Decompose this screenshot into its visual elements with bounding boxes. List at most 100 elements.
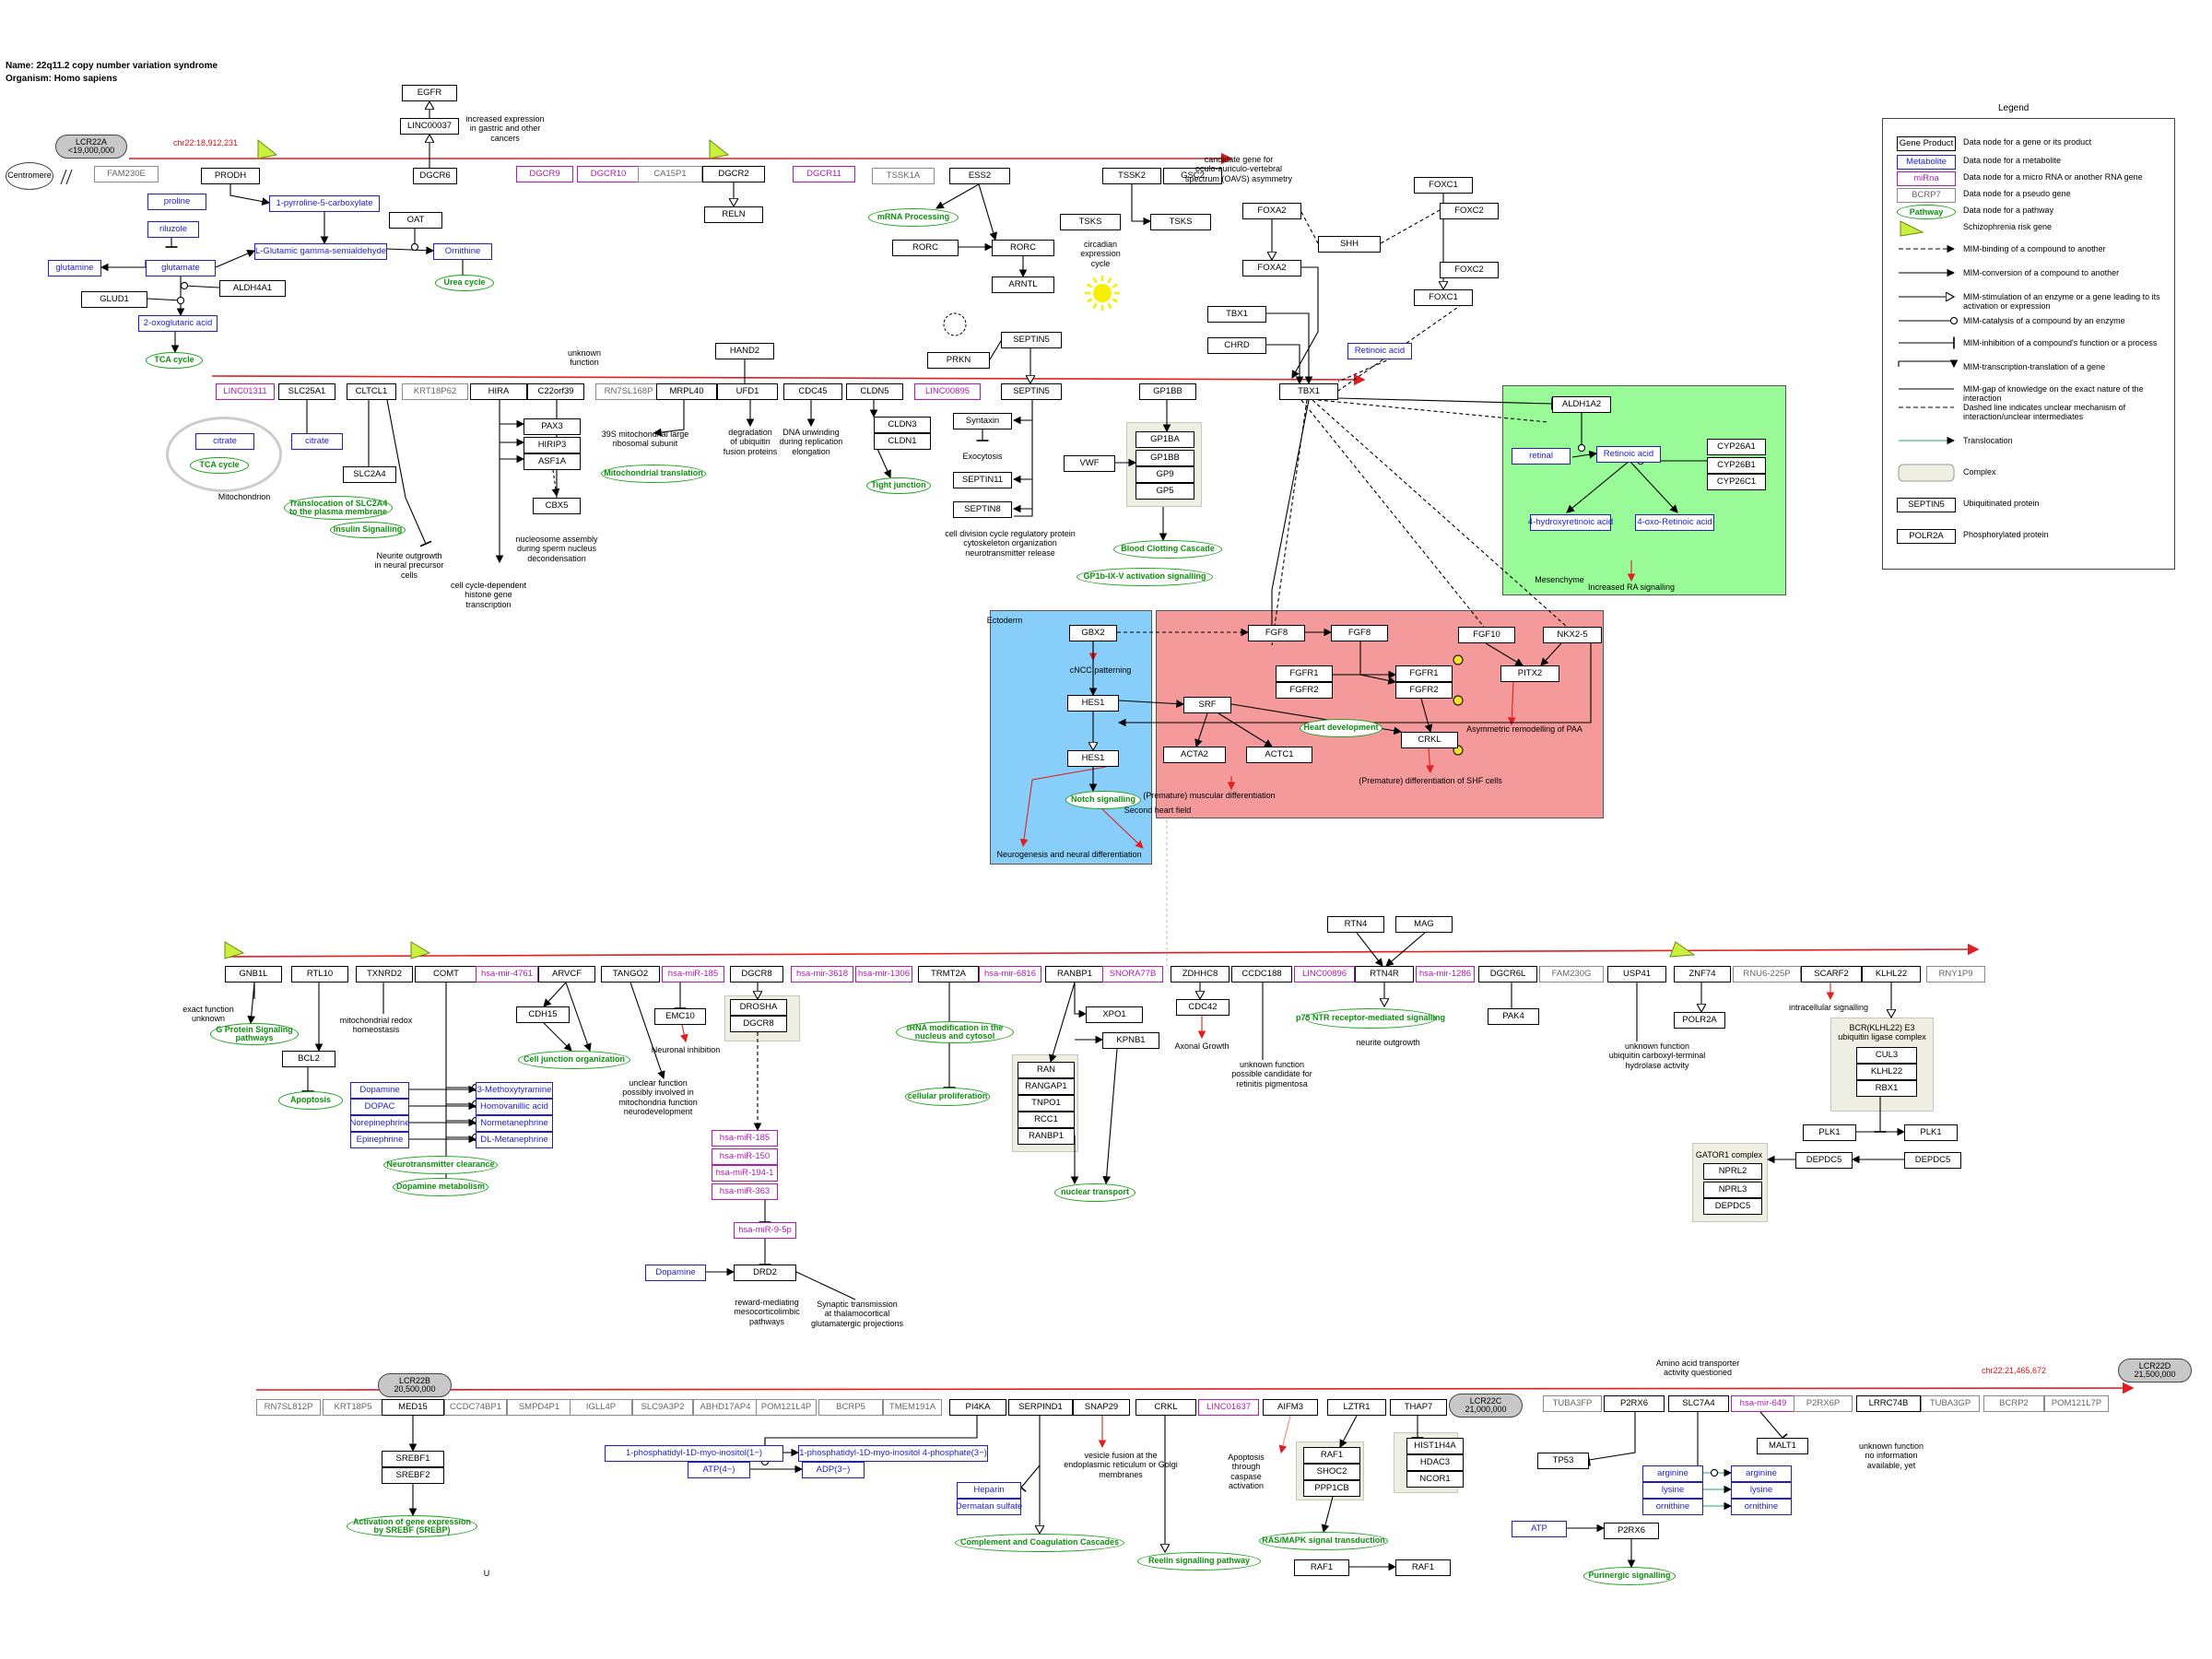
pathway-node-ras-mapk-signal-transduction[interactable]: RAS/MAPK signal transduction — [1259, 1532, 1388, 1550]
gene-node-klhl22[interactable]: KLHL22 — [1856, 1064, 1917, 1080]
gene-node-slc2a4[interactable]: SLC2A4 — [343, 466, 396, 483]
metabolite-node-riluzole[interactable]: riluzole — [147, 221, 199, 238]
pseudogene-node-fam230g[interactable]: FAM230G — [1539, 966, 1604, 982]
gene-node-rtn4[interactable]: RTN4 — [1327, 916, 1384, 933]
gene-node-reln[interactable]: RELN — [704, 206, 763, 223]
gene-node-pak4[interactable]: PAK4 — [1488, 1008, 1539, 1025]
gene-node-pi4ka[interactable]: PI4KA — [949, 1399, 1006, 1416]
gene-node-rbx1[interactable]: RBX1 — [1856, 1080, 1917, 1097]
gene-node-hirip3[interactable]: HIRIP3 — [524, 437, 581, 453]
gene-node-gp5[interactable]: GP5 — [1135, 483, 1194, 500]
gene-node-syntaxin[interactable]: Syntaxin — [953, 413, 1012, 429]
gene-node-tsks[interactable]: TSKS — [1150, 214, 1211, 230]
gene-node-shoc2[interactable]: SHOC2 — [1303, 1464, 1360, 1480]
mirna-node-hsa-mir-185[interactable]: hsa-miR-185 — [712, 1130, 778, 1147]
pathway-node-apoptosis[interactable]: Apoptosis — [278, 1091, 343, 1110]
gene-node-bcl2[interactable]: BCL2 — [282, 1051, 335, 1067]
gene-node-dgcr6l[interactable]: DGCR6L — [1478, 966, 1537, 982]
pathway-node-cellular-proliferation[interactable]: cellular proliferation — [905, 1088, 990, 1106]
gene-node-lztr1[interactable]: LZTR1 — [1327, 1399, 1386, 1416]
pseudogene-node-krt18p5[interactable]: KRT18P5 — [323, 1399, 383, 1416]
metabolite-node-dopac[interactable]: DOPAC — [350, 1099, 409, 1115]
gene-node-fgfr2[interactable]: FGFR2 — [1395, 682, 1453, 699]
pseudogene-node-tuba3gp[interactable]: TUBA3GP — [1921, 1395, 1980, 1412]
pseudogene-node-ca15p1[interactable]: CA15P1 — [638, 166, 702, 182]
gene-node-cyp26c1[interactable]: CYP26C1 — [1707, 474, 1766, 490]
pathway-node-p75-ntr-receptor-mediated-signalling[interactable]: p75 NTR receptor-mediated signalling — [1296, 1008, 1445, 1029]
gene-node-aldh4a1[interactable]: ALDH4A1 — [219, 280, 286, 297]
gene-node-fgfr1[interactable]: FGFR1 — [1276, 665, 1333, 682]
gene-node-trmt2a[interactable]: TRMT2A — [918, 966, 979, 982]
gene-node-p2rx6[interactable]: P2RX6 — [1604, 1523, 1659, 1539]
metabolite-node-dl-metanephrine[interactable]: DL-Metanephrine — [476, 1132, 553, 1148]
pseudogene-node-slc9a3p2[interactable]: SLC9A3P2 — [632, 1399, 693, 1416]
pathway-node-cell-junction-organization[interactable]: Cell junction organization — [518, 1051, 630, 1069]
gene-node-ccdc188[interactable]: CCDC188 — [1231, 966, 1292, 982]
gene-node-mrpl40[interactable]: MRPL40 — [656, 383, 717, 400]
gene-node-slc25a1[interactable]: SLC25A1 — [278, 383, 335, 400]
gene-node-shh[interactable]: SHH — [1318, 236, 1381, 253]
metabolite-node-adp-3[interactable]: ADP(3−) — [802, 1462, 865, 1478]
gene-node-prodh[interactable]: PRODH — [201, 168, 260, 184]
gene-node-pax3[interactable]: PAX3 — [524, 418, 581, 435]
pseudogene-node-rnu6-225p[interactable]: RNU6-225P — [1733, 966, 1801, 982]
gene-node-thap7[interactable]: THAP7 — [1390, 1399, 1447, 1416]
pseudogene-node-pom121l4p[interactable]: POM121L4P — [756, 1399, 817, 1416]
mirna-node-hsa-mir-649[interactable]: hsa-mir-649 — [1731, 1395, 1795, 1412]
gene-node-egfr[interactable]: EGFR — [402, 85, 457, 101]
metabolite-node-proline[interactable]: proline — [147, 194, 206, 210]
gene-node-tbx1[interactable]: TBX1 — [1279, 383, 1338, 400]
mirna-node-dgcr10[interactable]: DGCR10 — [577, 166, 640, 182]
gene-node-srebf1[interactable]: SREBF1 — [382, 1451, 444, 1467]
mirna-node-linc01311[interactable]: LINC01311 — [216, 383, 275, 400]
gene-node-tango2[interactable]: TANGO2 — [601, 966, 660, 982]
metabolite-node-1-phosphatidyl-1d-myo-inositol-4-phosphate-3[interactable]: 1-phosphatidyl-1D-myo-inositol 4-phospha… — [798, 1445, 988, 1462]
gene-node-rorc[interactable]: RORC — [992, 240, 1054, 256]
metabolite-node-glutamine[interactable]: glutamine — [48, 260, 101, 276]
pseudogene-node-rn7sl168p[interactable]: RN7SL168P — [595, 383, 662, 400]
gene-node-cyp26b1[interactable]: CYP26B1 — [1707, 457, 1766, 474]
pseudogene-node-p2rx6p[interactable]: P2RX6P — [1794, 1395, 1853, 1412]
gene-node-ran[interactable]: RAN — [1018, 1062, 1075, 1078]
gene-node-rorc[interactable]: RORC — [892, 240, 959, 256]
gene-node-slc7a4[interactable]: SLC7A4 — [1668, 1395, 1729, 1412]
mirna-node-snora77b[interactable]: SNORA77B — [1102, 966, 1163, 982]
mirna-node-linc00896[interactable]: LINC00896 — [1294, 966, 1355, 982]
mirna-node-hsa-mir-185[interactable]: hsa-miR-185 — [662, 966, 724, 982]
gene-node-c22orf39[interactable]: C22orf39 — [527, 383, 584, 400]
gene-node-oat[interactable]: OAT — [389, 212, 442, 229]
gene-node-hes1[interactable]: HES1 — [1067, 695, 1119, 712]
gene-node-cul3[interactable]: CUL3 — [1856, 1047, 1917, 1064]
gene-node-malt1[interactable]: MALT1 — [1757, 1438, 1808, 1454]
metabolite-node-l-glutamic-gamma-semialdehyde[interactable]: L-Glutamic gamma-semialdehyde — [254, 243, 387, 260]
pathway-node-activation-of-gene-expression-by-srebf-srebp[interactable]: Activation of gene expression by SREBF (… — [347, 1515, 477, 1537]
gene-node-foxc1[interactable]: FOXC1 — [1414, 177, 1473, 194]
pseudogene-node-smpd4p1[interactable]: SMPD4P1 — [507, 1399, 571, 1416]
gene-node-fgfr1[interactable]: FGFR1 — [1395, 665, 1453, 682]
pseudogene-node-krt18p62[interactable]: KRT18P62 — [402, 383, 468, 400]
gene-node-foxa2[interactable]: FOXA2 — [1242, 260, 1301, 276]
pathway-node-complement-and-coagulation-cascades[interactable]: Complement and Coagulation Cascades — [955, 1534, 1124, 1552]
gene-node-prkn[interactable]: PRKN — [927, 352, 990, 369]
pathway-node-heart-development[interactable]: Heart development — [1300, 719, 1382, 737]
gene-node-gbx2[interactable]: GBX2 — [1069, 625, 1117, 641]
gene-node-emc10[interactable]: EMC10 — [654, 1008, 706, 1025]
gene-node-drd2[interactable]: DRD2 — [734, 1265, 796, 1281]
gene-node-fgf8[interactable]: FGF8 — [1331, 625, 1388, 641]
metabolite-node-homovanillic-acid[interactable]: Homovanillic acid — [476, 1099, 553, 1115]
gene-node-chrd[interactable]: CHRD — [1207, 337, 1266, 354]
metabolite-node-3-methoxytyramine[interactable]: 3-Methoxytyramine — [476, 1082, 553, 1099]
gene-node-comt[interactable]: COMT — [415, 966, 477, 982]
gene-node-linc00037[interactable]: LINC00037 — [400, 118, 459, 135]
gene-node-gp9[interactable]: GP9 — [1135, 466, 1194, 483]
gene-node-hes1[interactable]: HES1 — [1067, 750, 1119, 767]
pathway-node-reelin-signalling-pathway[interactable]: Reelin signalling pathway — [1137, 1552, 1261, 1571]
gene-node-srebf2[interactable]: SREBF2 — [382, 1467, 444, 1484]
gene-node-dgcr2[interactable]: DGCR2 — [702, 166, 765, 182]
gene-node-hira[interactable]: HIRA — [470, 383, 527, 400]
gene-node-foxc2[interactable]: FOXC2 — [1440, 262, 1499, 278]
gene-node-tnpo1[interactable]: TNPO1 — [1018, 1095, 1075, 1112]
gene-node-cldn3[interactable]: CLDN3 — [874, 417, 931, 433]
gene-node-nprl2[interactable]: NPRL2 — [1703, 1163, 1762, 1180]
pathway-node-dopamine-metabolism[interactable]: Dopamine metabolism — [393, 1178, 488, 1196]
